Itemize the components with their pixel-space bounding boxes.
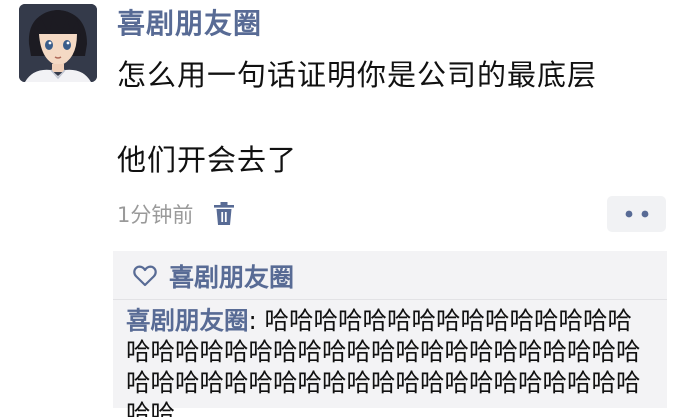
post-text-line-2: 他们开会去了 [117,143,298,177]
liker-name[interactable]: 喜剧朋友圈 [169,258,294,294]
divider [113,299,667,300]
likes-row: 喜剧朋友圈 [133,258,294,294]
interaction-box: 喜剧朋友圈 喜剧朋友圈: 哈哈哈哈哈哈哈哈哈哈哈哈哈哈哈哈哈哈哈哈哈哈哈哈哈哈哈… [113,251,667,417]
post-text-line-1: 怎么用一句话证明你是公司的最底层 [117,58,598,92]
post-author-name[interactable]: 喜剧朋友圈 [117,2,262,42]
moments-post: 喜剧朋友圈 怎么用一句话证明你是公司的最底层 他们开会去了 1分钟前 喜剧朋友圈… [0,0,690,417]
trash-icon[interactable] [213,202,235,226]
more-dots-icon [625,210,648,218]
avatar-image [19,4,97,82]
comment-item[interactable]: 喜剧朋友圈: 哈哈哈哈哈哈哈哈哈哈哈哈哈哈哈哈哈哈哈哈哈哈哈哈哈哈哈哈哈哈哈哈哈… [126,305,656,417]
avatar[interactable] [19,4,97,82]
post-timestamp: 1分钟前 [117,203,194,227]
comment-separator: : [248,306,265,335]
heart-icon [133,265,157,287]
post-meta-row: 1分钟前 [117,197,235,231]
comment-author[interactable]: 喜剧朋友圈 [126,306,249,335]
more-button[interactable] [607,196,666,232]
